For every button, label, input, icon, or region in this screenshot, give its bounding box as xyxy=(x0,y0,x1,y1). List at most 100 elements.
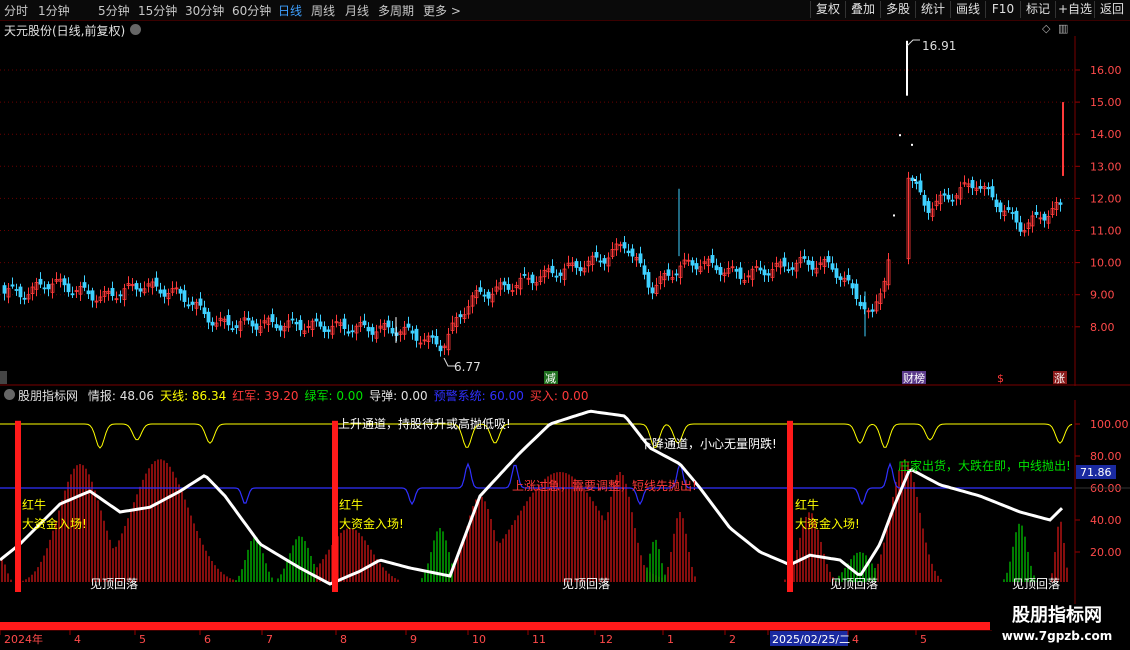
candle-body xyxy=(42,287,47,290)
date-tick-label: 1 xyxy=(667,633,674,646)
f10-button[interactable]: F10 xyxy=(985,1,1020,18)
low-price-label: 6.77 xyxy=(454,360,481,374)
chart-options-icon[interactable] xyxy=(130,24,141,35)
candle-dot xyxy=(893,214,895,217)
candle-body xyxy=(646,272,651,288)
candle-body xyxy=(486,291,491,299)
candle-body xyxy=(1042,213,1047,221)
period-tab-multi[interactable]: 多周期 xyxy=(378,2,414,19)
indicator-options-icon[interactable] xyxy=(4,389,15,400)
multi-stock-button[interactable]: 多股 xyxy=(880,1,915,18)
candle-body xyxy=(1010,212,1015,214)
candle-body xyxy=(986,187,991,190)
period-tab-30min[interactable]: 30分钟 xyxy=(185,2,224,19)
period-tab-daily[interactable]: 日线 xyxy=(278,2,302,19)
watermark: 股朋指标网 www.7gpzb.com xyxy=(992,604,1122,646)
back-button[interactable]: 返回 xyxy=(1094,1,1129,18)
candle-body xyxy=(598,260,603,263)
add-favorite-button[interactable]: +自选 xyxy=(1055,1,1094,18)
annotation-big-money-1: 大资金入场! xyxy=(22,516,87,531)
candle-dot xyxy=(911,143,913,146)
candle-body xyxy=(950,199,955,202)
date-tick-label: 10 xyxy=(472,633,486,646)
candle-body xyxy=(694,263,699,270)
panel-layout-icon[interactable]: ▥ xyxy=(1058,22,1068,35)
candlestick-chart[interactable]: 16.00 15.00 14.00 13.00 12.00 11.00 10.00 9.00 8… xyxy=(0,36,1130,386)
candle-body xyxy=(858,301,863,307)
candle-body xyxy=(734,268,739,272)
price-tick-label: 16.00 xyxy=(1090,64,1122,77)
diamond-icon[interactable]: ◇ xyxy=(1042,22,1050,35)
candle-body xyxy=(250,320,255,327)
candle-body xyxy=(666,269,671,276)
period-tab-weekly[interactable]: 周线 xyxy=(311,2,335,19)
candle-body xyxy=(550,265,555,274)
candle-body xyxy=(18,286,23,298)
date-tick-label: 5 xyxy=(139,633,146,646)
overlay-button[interactable]: 叠加 xyxy=(845,1,880,18)
candle-body xyxy=(46,284,51,290)
draw-button[interactable]: 画线 xyxy=(950,1,985,18)
adjust-button[interactable]: 复权 xyxy=(810,1,845,18)
intel-line xyxy=(0,409,1064,586)
period-tab-more[interactable]: 更多 > xyxy=(423,2,461,19)
candle-body xyxy=(326,329,331,332)
candle-body xyxy=(198,298,203,306)
candle-body xyxy=(826,256,831,263)
buy-signal-bar xyxy=(787,420,793,592)
date-axis: 2024年 4 5 6 7 8 9 10 11 12 1 2 2025/02/25/二 4 5 xyxy=(0,630,1130,650)
annotation-see-top-3: 见顶回落 xyxy=(830,577,878,591)
candle-body xyxy=(1006,207,1011,211)
candle-body xyxy=(1014,210,1019,223)
period-tab-15min[interactable]: 15分钟 xyxy=(138,2,177,19)
price-tick-label: 10.00 xyxy=(1090,257,1122,270)
candle-body xyxy=(506,284,511,290)
candle-body xyxy=(390,327,395,334)
period-tab-fenshi[interactable]: 分时 xyxy=(4,2,28,19)
annotation-uptrend: 上升通道，持股待升或高抛低吸! xyxy=(338,416,511,431)
period-tab-monthly[interactable]: 月线 xyxy=(345,2,369,19)
annotation-red-bull-2: 红牛 xyxy=(339,497,363,512)
stats-button[interactable]: 统计 xyxy=(915,1,950,18)
bottom-signal-band xyxy=(0,622,990,630)
candle-body xyxy=(154,277,159,287)
candle-body xyxy=(290,318,295,321)
candle-body xyxy=(622,242,627,249)
candle-body xyxy=(414,328,419,341)
annotation-big-money-2: 大资金入场! xyxy=(339,516,404,531)
candle-body xyxy=(802,256,807,259)
candle-body xyxy=(762,269,767,276)
candle-body xyxy=(638,253,643,264)
candle-body xyxy=(362,320,367,326)
date-tick-label: 11 xyxy=(532,633,546,646)
candle-body xyxy=(766,273,771,276)
candle-body xyxy=(14,289,19,291)
indicator-chart[interactable]: 100.0080.0060.0040.0020.00 71.86 红牛 大资金入… xyxy=(0,400,1130,630)
period-tab-1min[interactable]: 1分钟 xyxy=(38,2,70,19)
event-marker-rise-label: 涨 xyxy=(1054,372,1065,385)
price-tick-label: 14.00 xyxy=(1090,128,1122,141)
candle-body xyxy=(690,260,695,266)
candle-body xyxy=(710,255,715,263)
period-tab-60min[interactable]: 60分钟 xyxy=(232,2,271,19)
event-marker-dollar[interactable]: $ xyxy=(997,372,1004,385)
candle-body xyxy=(430,335,435,338)
candle-body xyxy=(810,260,815,270)
event-marker-left[interactable] xyxy=(0,371,7,384)
candle-body xyxy=(386,320,391,328)
candle-body xyxy=(482,294,487,297)
indicator-tick-label: 40.00 xyxy=(1090,514,1122,527)
candle-body xyxy=(854,283,859,300)
candle-body xyxy=(22,297,27,300)
candle-body xyxy=(2,285,7,294)
date-tick-label: 2 xyxy=(729,633,736,646)
candle-body xyxy=(346,331,351,334)
period-tab-5min[interactable]: 5分钟 xyxy=(98,2,130,19)
candle-body xyxy=(594,252,599,258)
candle-body xyxy=(246,317,251,321)
candle-body xyxy=(998,202,1003,213)
candle-body xyxy=(182,290,187,302)
indicator-tick-label: 20.00 xyxy=(1090,546,1122,559)
mark-button[interactable]: 标记 xyxy=(1020,1,1055,18)
candle-body xyxy=(66,283,71,293)
